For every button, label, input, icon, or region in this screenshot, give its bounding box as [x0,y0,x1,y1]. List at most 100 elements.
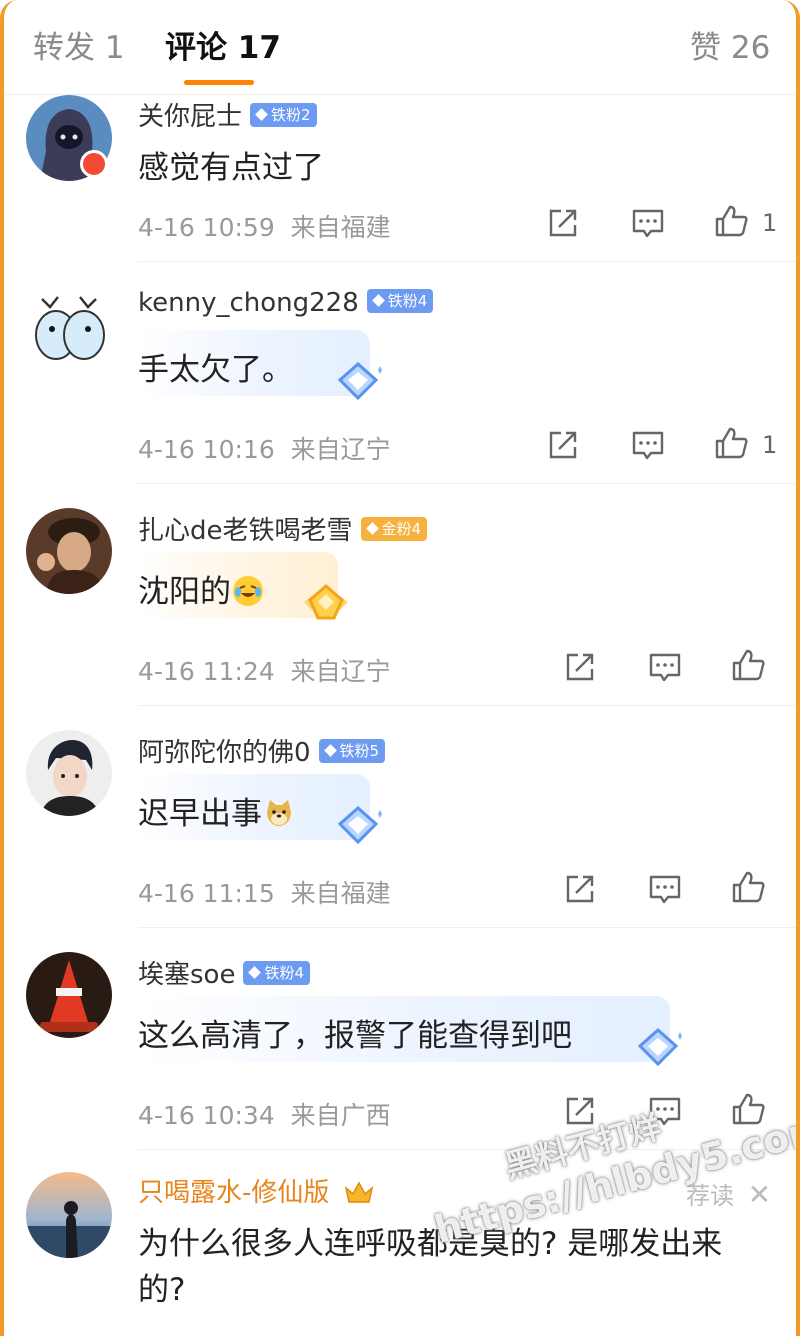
diamond-decoration-icon [332,360,384,408]
like-count: 1 [762,431,778,459]
reply-button[interactable] [630,205,666,241]
comment-text-content: 沈阳的 [138,574,231,610]
fan-badge-label: 铁粉4 [264,963,304,982]
avatar[interactable] [26,730,112,816]
comment-meta: 4-16 10:16 来自辽宁 [138,430,391,466]
avatar[interactable] [26,508,112,594]
share-icon [566,1097,594,1125]
fan-badge-label: 铁粉4 [387,291,428,310]
comment-time: 4-16 11:15 [138,879,275,908]
like-button[interactable] [713,425,749,461]
fan-badge-label: 铁粉5 [339,741,380,760]
username[interactable]: 只喝露水-修仙版 [138,1178,329,1208]
like-icon [732,649,765,681]
fan-badge: 金粉4 [360,516,428,541]
divider [138,261,800,262]
tab-reposts[interactable]: 转发 1 [33,22,125,67]
comment-meta: 4-16 11:24 来自辽宁 [138,652,391,688]
like-button[interactable] [713,203,749,239]
share-button[interactable] [562,871,598,907]
username-line: 扎心de老铁喝老雪 金粉4 [138,510,428,547]
share-icon [549,431,577,459]
comment-text-content: 迟早出事 [138,796,262,832]
fan-badge: 铁粉5 [318,738,386,763]
like-icon [715,427,748,459]
laughing-crying-emoji-icon [233,575,263,606]
username[interactable]: 扎心de老铁喝老雪 [138,516,353,546]
username[interactable]: 阿弥陀你的佛0 [138,738,311,768]
reply-button[interactable] [647,649,683,685]
comment-text: 迟早出事 [138,788,294,833]
comment-icon [632,431,664,460]
fan-badge-label: 金粉4 [381,519,422,538]
diamond-decoration-icon [332,804,384,852]
comment-text: 沈阳的 [138,566,263,611]
close-icon[interactable]: ✕ [748,1178,771,1211]
share-button[interactable] [562,1093,598,1129]
reply-button[interactable] [647,871,683,907]
comment-text: 手太欠了。 [138,352,293,388]
fan-badge: 铁粉4 [366,288,434,313]
comment-location: 来自辽宁 [290,435,391,464]
verified-badge-icon [80,150,108,178]
comment-text-line-2: 的? [138,1272,186,1308]
comment-icon [632,209,664,238]
like-icon [732,871,765,903]
active-tab-indicator [184,80,254,85]
like-icon [715,205,748,237]
fan-gem-icon [371,293,385,307]
comment-time: 4-16 10:59 [138,213,275,242]
diamond-decoration-icon [632,1026,684,1074]
avatar[interactable] [26,952,112,1038]
reply-button[interactable] [630,427,666,463]
tab-likes[interactable]: 赞 26 [690,22,770,67]
share-button[interactable] [562,649,598,685]
like-count: 1 [762,209,778,237]
username-line: 埃塞soe 铁粉4 [138,954,310,991]
reply-button[interactable] [647,1093,683,1129]
recommend-tag: 荐读 ✕ [686,1176,771,1211]
username[interactable]: 埃塞soe [138,960,235,990]
like-button[interactable] [730,1091,766,1127]
comment-location: 来自广西 [290,1101,391,1130]
tab-bar: 转发 1 评论 17 赞 26 [0,0,800,95]
cartoon-ghost-avatar-icon [26,285,112,371]
tab-comments[interactable]: 评论 17 [165,22,281,67]
share-icon [549,209,577,237]
divider [138,483,800,484]
gold-diamond-decoration-icon [298,580,354,630]
fan-gem-icon [365,521,379,535]
username-line: 关你屁士 铁粉2 [138,96,317,133]
anime-boy-avatar-icon [26,730,112,816]
comment-time: 4-16 10:34 [138,1101,275,1130]
recommend-label: 荐读 [686,1182,734,1210]
fan-badge-label: 铁粉2 [271,105,311,124]
share-button[interactable] [545,427,581,463]
comment-location: 来自福建 [290,213,391,242]
username[interactable]: kenny_chong228 [138,288,359,318]
comment-text: 这么高清了，报警了能查得到吧 [138,1018,572,1054]
avatar[interactable] [26,285,112,371]
divider [138,1149,800,1150]
username-line: kenny_chong228 铁粉4 [138,288,434,318]
comment-icon [649,875,681,904]
comment-icon [649,653,681,682]
like-icon [732,1093,765,1125]
fan-badge: 铁粉2 [250,102,317,127]
divider [138,927,800,928]
username-line: 阿弥陀你的佛0 铁粉5 [138,732,386,769]
share-icon [566,653,594,681]
comment-meta: 4-16 11:15 来自福建 [138,874,391,910]
avatar[interactable] [26,1172,112,1258]
red-cone-avatar-icon [26,952,112,1038]
share-button[interactable] [545,205,581,241]
comment-text: 感觉有点过了 [138,150,324,186]
sunset-photo-avatar-icon [26,1172,112,1258]
comment-location: 来自辽宁 [290,657,391,686]
like-button[interactable] [730,647,766,683]
comment-meta: 4-16 10:59 来自福建 [138,208,391,244]
man-photo-avatar-icon [26,508,112,594]
username[interactable]: 关你屁士 [138,102,242,132]
comment-meta: 4-16 10:34 来自广西 [138,1096,391,1132]
like-button[interactable] [730,869,766,905]
